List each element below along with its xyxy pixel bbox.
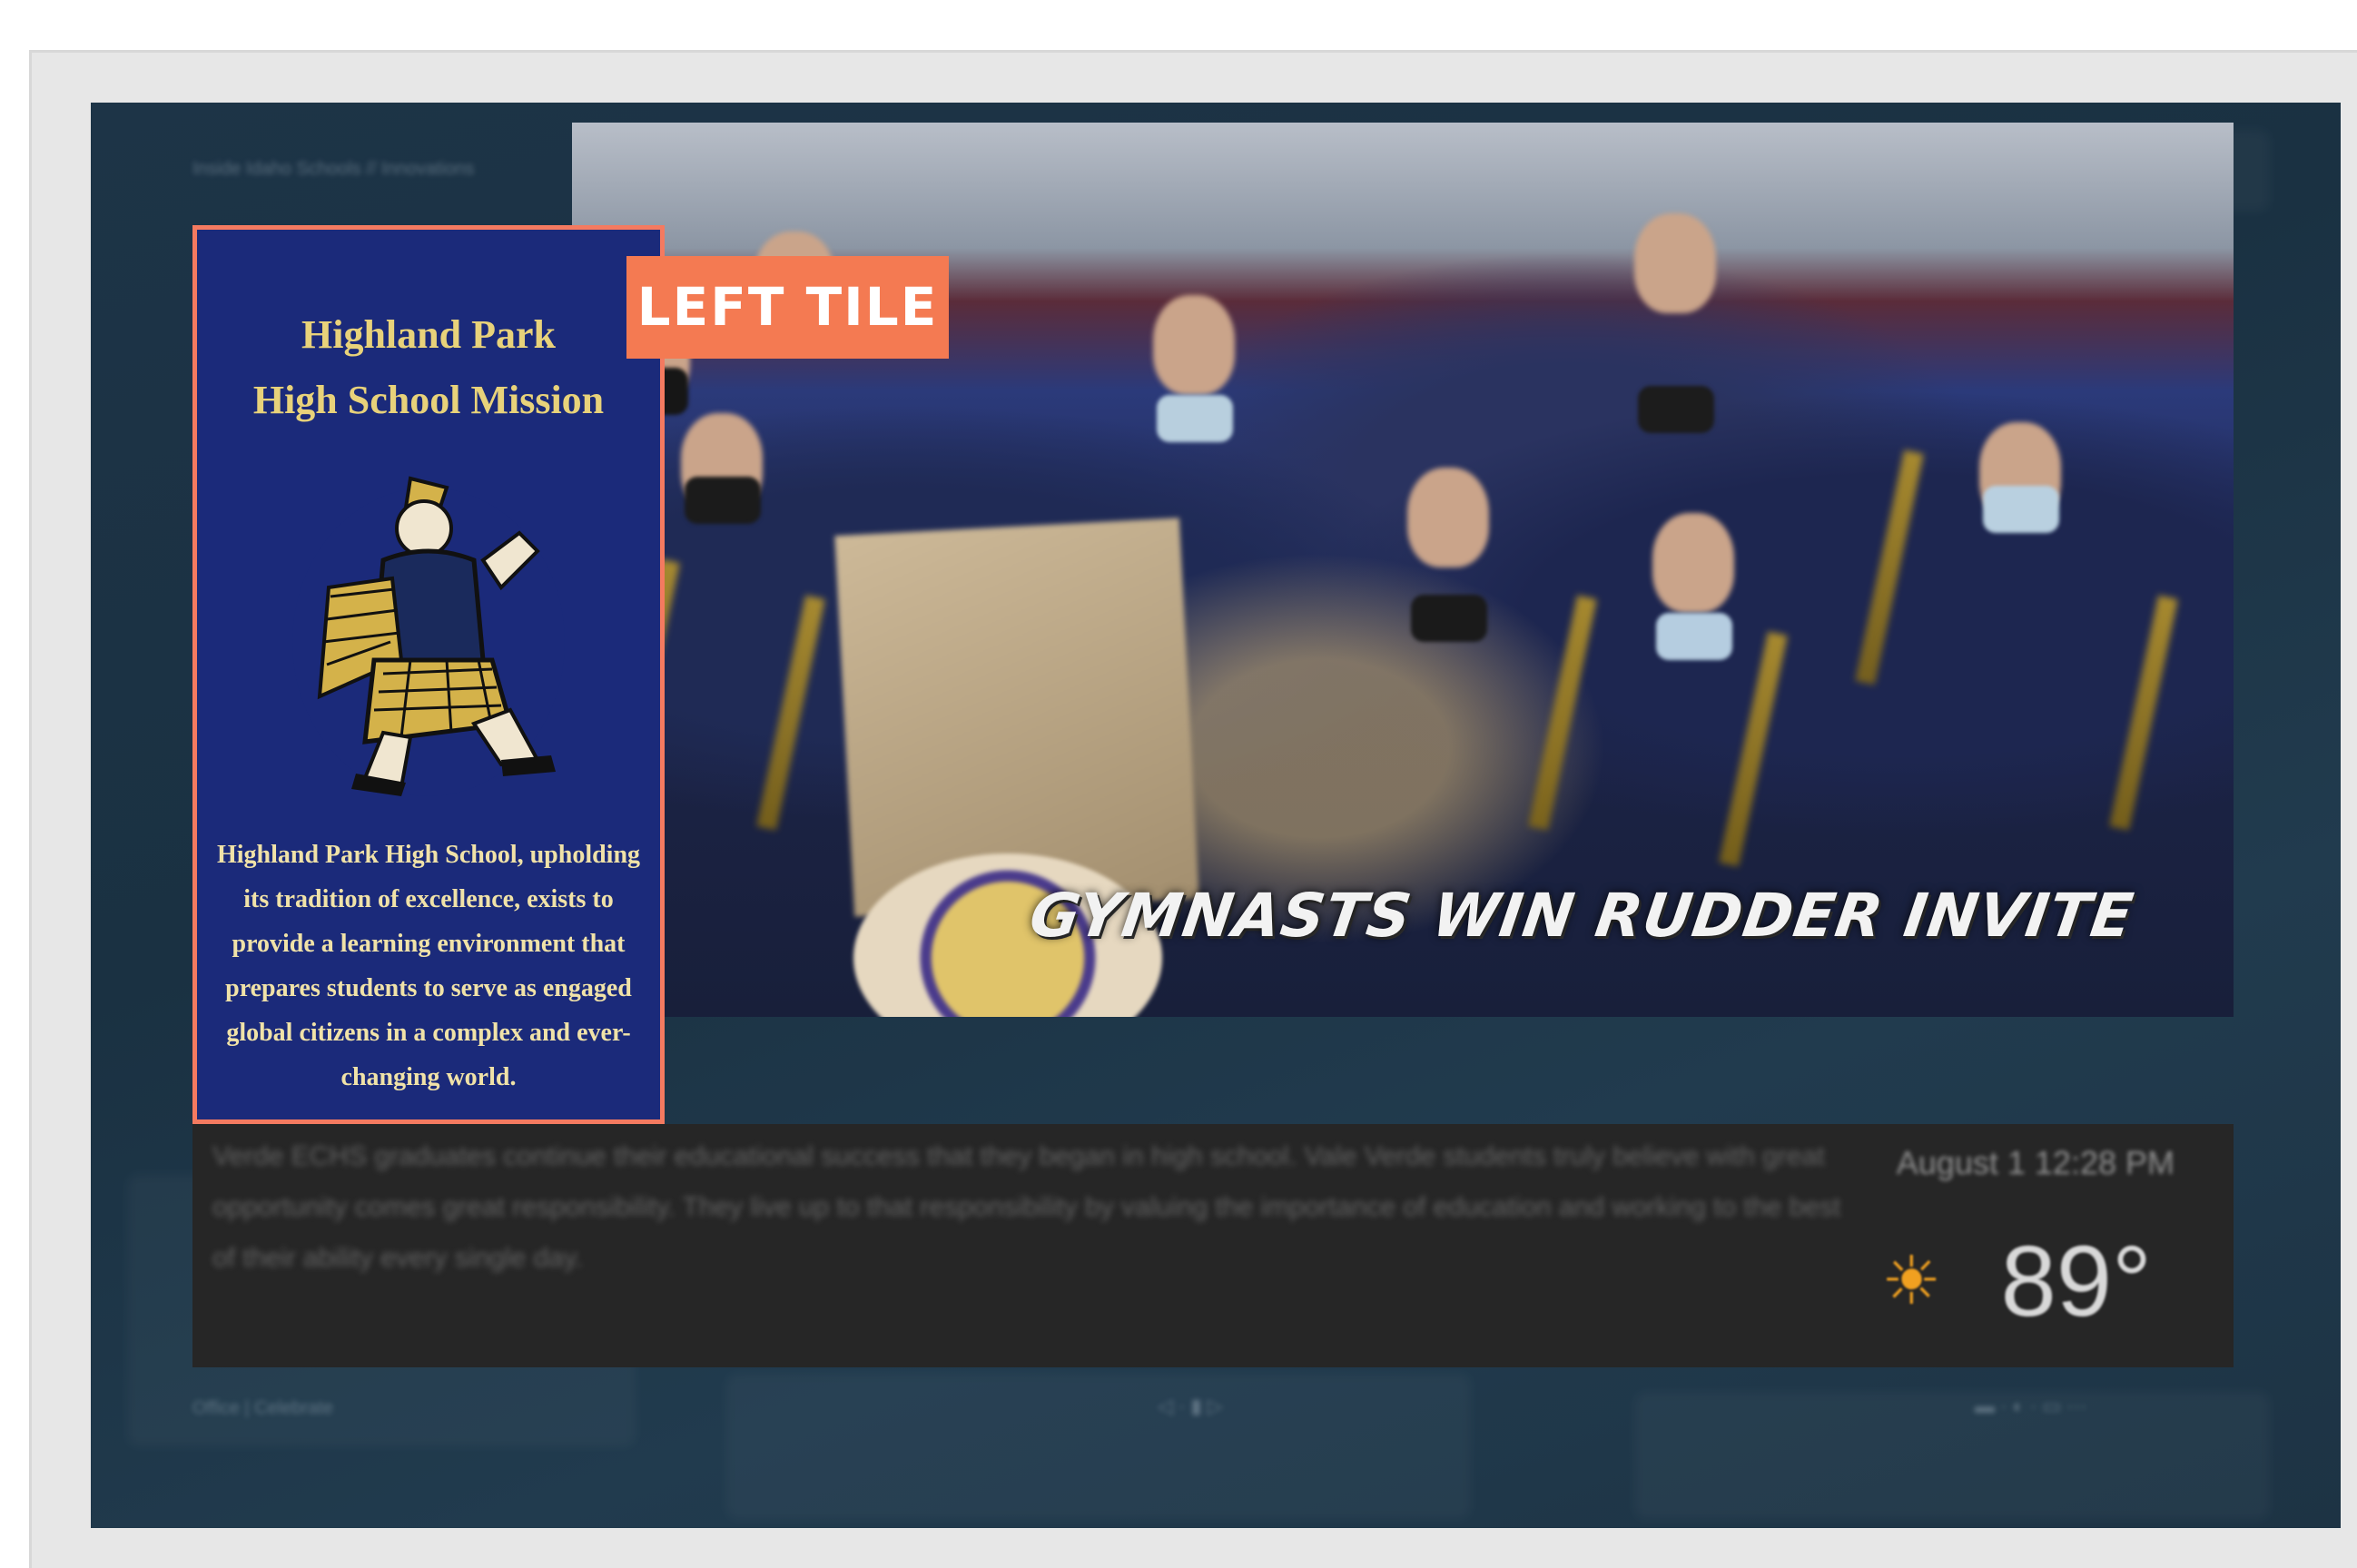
tile-title-line1: Highland Park [301,312,556,357]
tile-title: Highland Park High School Mission [197,302,660,433]
playback-controls[interactable]: ◁ · ▮ ▷ [1158,1395,1223,1418]
slide-headline: GYMNASTS WIN RUDDER INVITE [1025,881,2138,951]
temperature: 89° [2000,1226,2152,1337]
highlander-mascot-logo [292,476,565,796]
breadcrumb: Inside Idaho Schools // Innovations [192,159,475,179]
status-left: Office | Celebrate [192,1398,333,1418]
tile-title-line2: High School Mission [252,378,605,422]
mission-statement: Highland Park High School, upholding its… [216,841,641,1091]
date-time: August 1 12:28 PM [1896,1144,2175,1181]
sun-icon: ☀ [1881,1243,1942,1318]
ticker-text: Verde ECHS graduates continue their educ… [212,1141,1841,1273]
left-tile-tag: LEFT TILE [626,256,949,359]
footer-bar: Verde ECHS graduates continue their educ… [192,1124,2234,1367]
left-tile[interactable]: Highland Park High School Mission Highla… [192,225,665,1124]
status-icons[interactable]: ▬ · ◐ · ▭ ··· [1975,1395,2086,1418]
